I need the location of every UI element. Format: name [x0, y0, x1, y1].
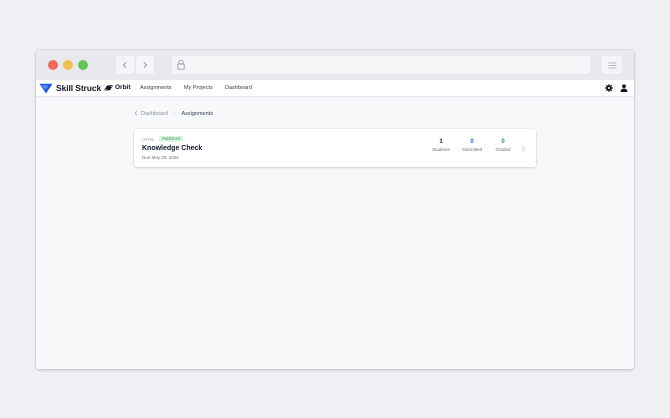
stat-submitted: 0 Submitted — [458, 139, 486, 152]
assignment-language: HTML — [142, 137, 155, 142]
assignment-due-date: Due May 29, 2026 — [142, 155, 179, 160]
hamburger-menu-icon — [608, 62, 616, 68]
lock-icon — [177, 59, 185, 70]
breadcrumb-dashboard-link[interactable]: Dashboard — [141, 111, 168, 117]
browser-menu-button[interactable] — [602, 56, 622, 74]
stat-graded-value: 0 — [501, 139, 505, 145]
nav-my-projects[interactable]: My Projects — [184, 85, 213, 91]
chevron-left-icon — [134, 110, 138, 116]
maximize-window-button[interactable] — [78, 60, 88, 70]
stat-students-value: 1 — [439, 139, 443, 145]
user-icon[interactable] — [620, 84, 628, 92]
stat-submitted-value: 0 — [470, 139, 474, 145]
breadcrumb-back-button[interactable] — [134, 110, 138, 118]
address-bar[interactable] — [172, 56, 590, 74]
breadcrumb-separator: / — [173, 111, 176, 117]
stat-submitted-label: Submitted — [461, 147, 483, 152]
nav-dashboard[interactable]: Dashboard — [225, 85, 252, 91]
app-navbar: Skill Struck Orbit Assignments My Projec… — [36, 80, 634, 97]
close-window-button[interactable] — [48, 60, 58, 70]
browser-forward-button[interactable] — [136, 56, 154, 74]
browser-back-button[interactable] — [116, 56, 134, 74]
browser-window: Skill Struck Orbit Assignments My Projec… — [36, 50, 634, 369]
stat-students: 1 Students — [427, 139, 455, 152]
stat-graded-label: Graded — [495, 147, 511, 152]
skill-struck-logo-icon[interactable] — [39, 83, 53, 94]
assignment-title: Knowledge Check — [142, 145, 203, 152]
brand-name[interactable]: Skill Struck — [56, 83, 101, 93]
stat-students-label: Students — [432, 147, 450, 152]
orbit-planet-icon — [104, 85, 113, 91]
breadcrumb: Dashboard / Assignments — [134, 110, 213, 118]
nav-assignments[interactable]: Assignments — [140, 85, 172, 91]
gear-icon[interactable] — [605, 84, 613, 92]
minimize-window-button[interactable] — [63, 60, 73, 70]
orbit-label: Orbit — [115, 84, 131, 91]
browser-titlebar — [36, 50, 634, 80]
stat-graded: 0 Graded — [489, 139, 517, 152]
status-badge: Published — [159, 135, 184, 142]
chevron-right-icon — [143, 61, 148, 69]
breadcrumb-current: Assignments — [181, 111, 213, 117]
orbit-link[interactable]: Orbit — [104, 83, 131, 92]
chevron-right-icon[interactable] — [521, 145, 526, 152]
chevron-left-icon — [122, 61, 127, 69]
assignment-card[interactable]: HTML Published Knowledge Check Due May 2… — [134, 129, 536, 167]
